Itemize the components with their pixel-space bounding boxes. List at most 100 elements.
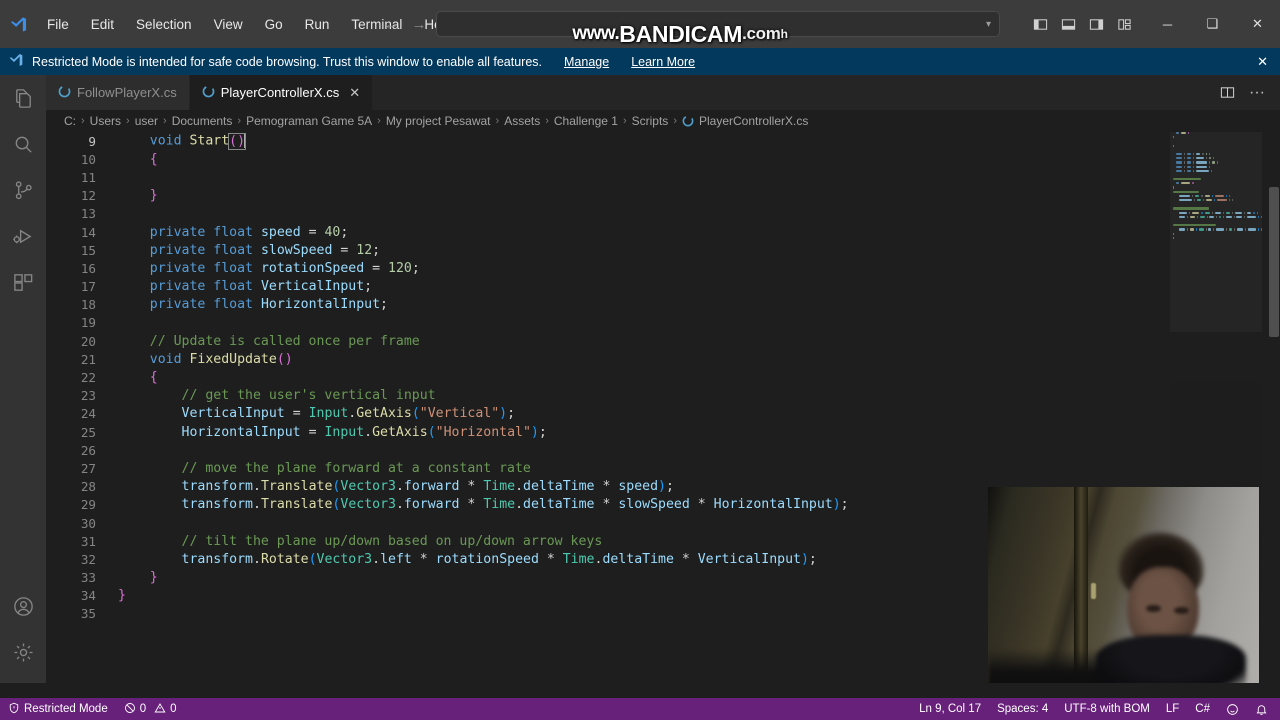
split-editor-icon[interactable] [1214, 80, 1240, 106]
code-token: void [149, 351, 190, 367]
status-indentation[interactable]: Spaces: 4 [989, 698, 1056, 720]
code-line[interactable]: 27 // move the plane forward at a consta… [46, 459, 1280, 477]
code-line[interactable]: 11 [46, 168, 1280, 186]
account-icon[interactable] [0, 583, 46, 629]
minimap-segment [1176, 157, 1182, 160]
close-button[interactable]: ✕ [1235, 0, 1280, 48]
status-problems[interactable]: 0 0 [116, 698, 185, 720]
minimap-segment [1234, 211, 1243, 214]
code-token: ; [340, 224, 349, 240]
sidebar-item-search[interactable] [0, 121, 46, 167]
minimize-button[interactable]: ─ [1145, 0, 1190, 48]
minimap-segment [1202, 152, 1204, 156]
minimap-segment [1181, 132, 1186, 135]
webcam-person-body [1096, 635, 1246, 683]
code-line[interactable]: 23 // get the user's vertical input [46, 387, 1280, 405]
minimap-segment [1231, 211, 1233, 214]
breadcrumb-file[interactable]: PlayerControllerX.cs [699, 114, 808, 128]
customize-layout-icon[interactable] [1111, 11, 1137, 37]
maximize-button[interactable]: ❑ [1190, 0, 1235, 48]
breadcrumb-item-8[interactable]: Scripts [632, 114, 669, 128]
code-line[interactable]: 15 private float slowSpeed = 12; [46, 241, 1280, 259]
bell-icon[interactable] [1247, 698, 1280, 720]
minimap-segment [1173, 178, 1201, 181]
toggle-panel-icon[interactable] [1055, 11, 1081, 37]
restricted-mode-banner: Restricted Mode is intended for safe cod… [0, 48, 1280, 75]
menu-view[interactable]: View [203, 13, 254, 36]
tab-followplayerx[interactable]: FollowPlayerX.cs [46, 75, 190, 110]
arrow-right-icon[interactable]: → [408, 16, 430, 33]
code-line[interactable]: 17 private float VerticalInput; [46, 278, 1280, 296]
sidebar-item-run-and-debug[interactable] [0, 213, 46, 259]
menu-run[interactable]: Run [294, 13, 341, 36]
code-line[interactable]: 12 } [46, 187, 1280, 205]
banner-close-icon[interactable]: ✕ [1257, 54, 1268, 70]
code-line[interactable]: 19 [46, 314, 1280, 332]
breadcrumb-item-3[interactable]: Documents [172, 114, 233, 128]
minimap-segment [1176, 152, 1182, 156]
code-line[interactable]: 9 void Start() [46, 132, 1280, 150]
breadcrumb-item-1[interactable]: Users [90, 114, 121, 128]
code-token: HorizontalInput [260, 297, 381, 313]
code-token: VerticalInput [260, 279, 365, 295]
status-eol[interactable]: LF [1158, 698, 1187, 720]
code-line-text: private float VerticalInput; [118, 279, 1280, 294]
code-line[interactable]: 21 void FixedUpdate() [46, 350, 1280, 368]
status-restricted-mode[interactable]: Restricted Mode [0, 698, 116, 720]
menu-go[interactable]: Go [254, 13, 294, 36]
minimap-segment [1189, 215, 1196, 218]
arrow-left-icon[interactable]: ← [380, 16, 402, 33]
tab-playercontrollerx[interactable]: PlayerControllerX.cs ✕ [189, 75, 374, 110]
code-line[interactable]: 13 [46, 205, 1280, 223]
code-line-text: HorizontalInput = Input.GetAxis("Horizon… [118, 425, 1280, 440]
code-line[interactable]: 24 VerticalInput = Input.GetAxis("Vertic… [46, 405, 1280, 423]
status-encoding[interactable]: UTF-8 with BOM [1056, 698, 1158, 720]
code-token: deltaTime [602, 551, 674, 567]
gear-icon[interactable] [0, 629, 46, 675]
breadcrumb-separator: › [163, 115, 167, 127]
breadcrumb-item-0[interactable]: C: [64, 114, 76, 128]
sidebar-item-extensions[interactable] [0, 259, 46, 305]
sidebar-item-source-control[interactable] [0, 167, 46, 213]
editor-scrollbar[interactable] [1266, 132, 1280, 683]
sidebar-item-explorer[interactable] [0, 75, 46, 121]
breadcrumb-item-4[interactable]: Pemograman Game 5A [246, 114, 372, 128]
code-line[interactable]: 20 // Update is called once per frame [46, 332, 1280, 350]
tab-close-icon[interactable]: ✕ [349, 85, 360, 101]
code-line[interactable]: 25 HorizontalInput = Input.GetAxis("Hori… [46, 423, 1280, 441]
minimap-segment [1223, 215, 1225, 218]
breadcrumb-item-5[interactable]: My project Pesawat [386, 114, 491, 128]
line-number: 32 [80, 551, 96, 567]
code-line-text: // move the plane forward at a constant … [118, 461, 1280, 476]
toggle-secondary-sidebar-icon[interactable] [1083, 11, 1109, 37]
code-line[interactable]: 10 { [46, 150, 1280, 168]
manage-link[interactable]: Manage [564, 55, 609, 69]
code-token: ; [372, 242, 381, 258]
code-token: Vector3 [340, 497, 396, 513]
vscode-logo-icon [0, 15, 36, 34]
menu-file[interactable]: File [36, 13, 80, 36]
code-line[interactable]: 22 { [46, 368, 1280, 386]
code-token: } [118, 188, 158, 204]
command-center[interactable]: ▾ [436, 11, 1000, 37]
chevron-down-icon[interactable]: ▾ [986, 19, 991, 30]
minimap-segment [1173, 232, 1175, 235]
smiley-icon[interactable] [1218, 698, 1247, 720]
ellipsis-icon[interactable]: ··· [1244, 80, 1270, 106]
menu-edit[interactable]: Edit [80, 13, 125, 36]
learn-more-link[interactable]: Learn More [631, 55, 695, 69]
code-line[interactable]: 26 [46, 441, 1280, 459]
toggle-primary-sidebar-icon[interactable] [1027, 11, 1053, 37]
code-line[interactable]: 18 private float HorizontalInput; [46, 296, 1280, 314]
code-line[interactable]: 16 private float rotationSpeed = 120; [46, 259, 1280, 277]
scrollbar-thumb[interactable] [1269, 187, 1279, 337]
breadcrumb-item-6[interactable]: Assets [504, 114, 540, 128]
breadcrumb-item-2[interactable]: user [135, 114, 158, 128]
breadcrumb-item-7[interactable]: Challenge 1 [554, 114, 618, 128]
menu-selection[interactable]: Selection [125, 13, 203, 36]
status-language-mode[interactable]: C# [1187, 698, 1218, 720]
code-line[interactable]: 14 private float speed = 40; [46, 223, 1280, 241]
status-cursor-position[interactable]: Ln 9, Col 17 [911, 698, 989, 720]
